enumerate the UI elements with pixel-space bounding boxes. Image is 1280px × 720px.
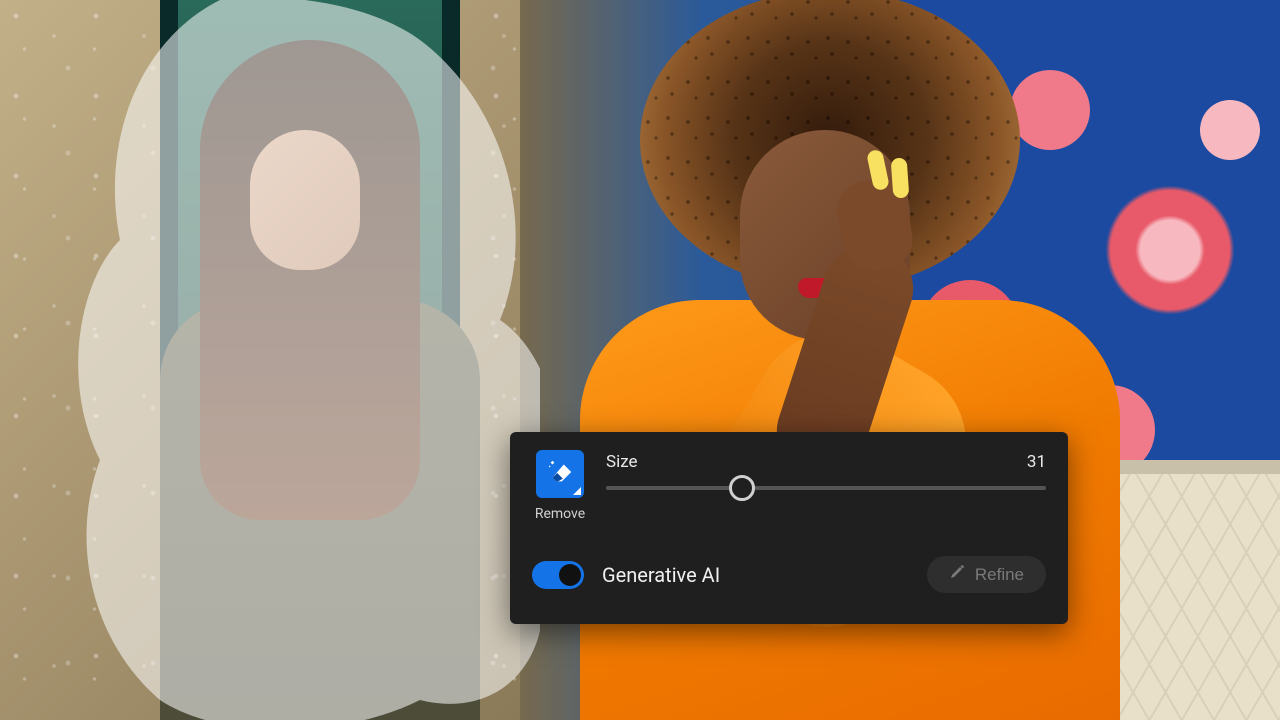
eraser-sparkle-icon: [545, 457, 575, 491]
size-slider-thumb[interactable]: [729, 475, 755, 501]
remove-tool-button[interactable]: [536, 450, 584, 498]
remove-tool-panel: Remove Size 31 Generative AI: [510, 432, 1068, 624]
generative-ai-toggle[interactable]: [532, 561, 584, 589]
size-slider-label: Size: [606, 452, 638, 472]
generative-ai-label: Generative AI: [602, 563, 720, 587]
tool-label: Remove: [535, 506, 585, 522]
editor-canvas: Remove Size 31 Generative AI: [0, 0, 1280, 720]
refine-button[interactable]: Refine: [927, 556, 1046, 593]
size-slider[interactable]: [606, 486, 1046, 490]
size-slider-value: 31: [1027, 452, 1046, 472]
pencil-icon: [949, 564, 965, 585]
toggle-knob: [559, 564, 581, 586]
refine-button-label: Refine: [975, 565, 1024, 585]
tool-submenu-indicator-icon: [573, 487, 581, 495]
